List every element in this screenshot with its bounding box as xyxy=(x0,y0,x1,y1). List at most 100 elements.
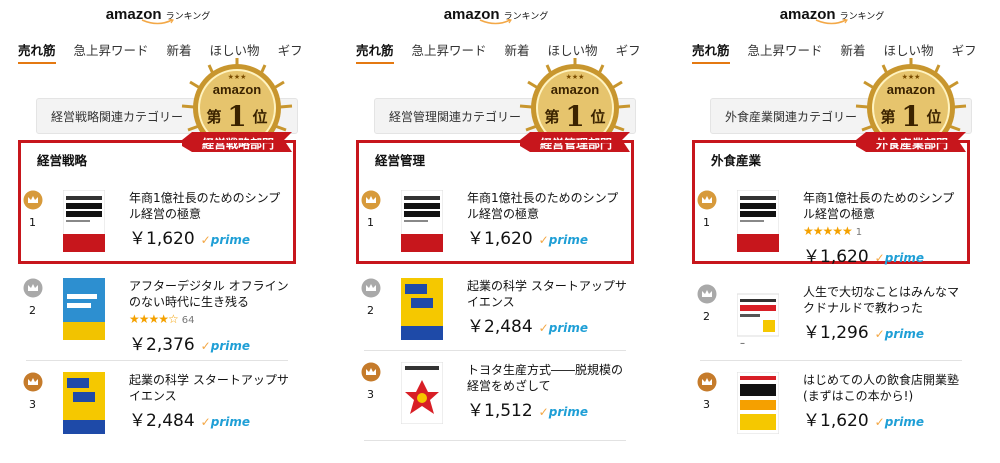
ranking-panel-1: amazon ランキング 売れ筋 急上昇ワード 新着 ほしい物 ギフ 経営戦略関連カテゴリ… xyxy=(18,0,318,463)
prime-badge: ✓prime xyxy=(538,233,588,247)
book-cover-shimple-keiei[interactable] xyxy=(737,190,779,252)
logo-word: amazon xyxy=(443,6,500,23)
book-cover-kigyo-no-kagaku[interactable] xyxy=(63,372,105,434)
rank-number: 1 xyxy=(703,216,710,229)
logo-word: amazon xyxy=(105,6,162,23)
tab-trending[interactable]: 急上昇ワード xyxy=(74,40,149,59)
rank-number: 2 xyxy=(703,310,710,323)
prime-badge: ✓prime xyxy=(874,251,924,265)
tab-bestsellers[interactable]: 売れ筋 xyxy=(18,40,56,64)
logo-word: amazon xyxy=(779,6,836,23)
prime-badge: ✓prime xyxy=(538,405,588,419)
medal-amazon-text: amazon xyxy=(213,82,261,97)
divider xyxy=(364,440,626,441)
book-price: ￥1,620 xyxy=(129,229,195,249)
prime-check-icon: ✓ xyxy=(538,405,549,419)
extra-mark: – xyxy=(740,338,745,349)
book-price: ￥2,484 xyxy=(129,411,195,431)
ranking-panel-2: amazon ランキング 売れ筋 急上昇ワード 新着 ほしい物 ギフ 経営管理関連カテゴリ… xyxy=(356,0,656,463)
crown-bronze-badge-icon xyxy=(697,372,717,392)
book-price: ￥1,620 xyxy=(803,411,869,431)
crown-bronze-badge-icon xyxy=(361,362,381,382)
tab-trending[interactable]: 急上昇ワード xyxy=(412,40,487,59)
star-rating[interactable]: ★★★★☆ 64 xyxy=(129,312,289,328)
book-price: ￥2,484 xyxy=(467,317,533,337)
prime-badge: ✓prime xyxy=(200,339,250,353)
book-price: ￥1,296 xyxy=(803,323,869,343)
book-price: ￥1,620 xyxy=(467,229,533,249)
book-cover-mcdonalds[interactable] xyxy=(737,284,779,346)
divider xyxy=(700,360,962,361)
review-count: 64 xyxy=(181,315,195,326)
prime-badge: ✓prime xyxy=(538,321,588,335)
book-cover-shimple-keiei[interactable] xyxy=(401,190,443,252)
book-cover-kigyo-no-kagaku[interactable] xyxy=(401,278,443,340)
book-price: ￥1,512 xyxy=(467,401,533,421)
medal-dai-text: 第 xyxy=(880,108,895,126)
prime-check-icon: ✓ xyxy=(874,415,885,429)
star-rating[interactable]: ★★★★★ 1 xyxy=(803,224,963,240)
book-title[interactable]: アフターデジタル オフラインのない時代に生き残る xyxy=(129,278,289,310)
prime-check-icon: ✓ xyxy=(874,251,885,265)
book-cover-after-digital[interactable] xyxy=(63,278,105,340)
medal-place-text: 位 xyxy=(926,108,941,126)
prime-badge: ✓prime xyxy=(874,415,924,429)
medal-dai-text: 第 xyxy=(544,108,559,126)
rank-number: 2 xyxy=(29,304,36,317)
crown-gold-badge-icon xyxy=(697,190,717,210)
medal-one-text: 1 xyxy=(227,100,246,133)
crown-bronze-badge-icon xyxy=(23,372,43,392)
prime-check-icon: ✓ xyxy=(200,233,211,247)
medal-place-text: 位 xyxy=(590,108,605,126)
divider xyxy=(364,350,626,351)
rank-number: 1 xyxy=(367,216,374,229)
crown-silver-badge-icon xyxy=(361,278,381,298)
book-title[interactable]: 年商1億社長のためのシンプル経営の極意 xyxy=(803,190,963,222)
svg-text:★★★: ★★★ xyxy=(228,73,247,81)
book-title[interactable]: 起業の科学 スタートアップサイエンス xyxy=(129,372,289,404)
crown-silver-badge-icon xyxy=(23,278,43,298)
prime-check-icon: ✓ xyxy=(538,321,549,335)
book-title[interactable]: トヨタ生産方式――脱規模の経営をめざして xyxy=(467,362,627,394)
amazon-ranking-logo[interactable]: amazon ランキング xyxy=(18,4,298,25)
review-count: 1 xyxy=(855,227,863,238)
book-price: ￥2,376 xyxy=(129,335,195,355)
book-cover-shimple-keiei[interactable] xyxy=(63,190,105,252)
svg-text:★★★: ★★★ xyxy=(566,73,585,81)
prime-check-icon: ✓ xyxy=(200,415,211,429)
rank-number: 1 xyxy=(29,216,36,229)
book-price: ￥1,620 xyxy=(803,247,869,267)
book-cover-toyota-seisan-hoshiki[interactable] xyxy=(401,362,443,424)
medal-one-text: 1 xyxy=(901,100,920,133)
prime-badge: ✓prime xyxy=(200,415,250,429)
crown-gold-badge-icon xyxy=(23,190,43,210)
prime-check-icon: ✓ xyxy=(200,339,211,353)
medal-dai-text: 第 xyxy=(206,108,221,126)
svg-text:★★★: ★★★ xyxy=(902,73,921,81)
medal-place-text: 位 xyxy=(252,108,267,126)
medal-amazon-text: amazon xyxy=(887,82,935,97)
book-title[interactable]: はじめての人の飲食店開業塾 (まずはこの本から!) xyxy=(803,372,963,404)
book-title[interactable]: 人生で大切なことはみんなマクドナルドで教わった xyxy=(803,284,963,316)
rank-number: 3 xyxy=(367,388,374,401)
rank-number: 3 xyxy=(29,398,36,411)
medal-one-text: 1 xyxy=(565,100,584,133)
medal-amazon-text: amazon xyxy=(551,82,599,97)
prime-badge: ✓prime xyxy=(874,327,924,341)
tab-bestsellers[interactable]: 売れ筋 xyxy=(356,40,394,64)
prime-check-icon: ✓ xyxy=(538,233,549,247)
book-title[interactable]: 年商1億社長のためのシンプル経営の極意 xyxy=(129,190,289,222)
rank-number: 3 xyxy=(703,398,710,411)
book-cover-inshokuten-kaigyo[interactable] xyxy=(737,372,779,434)
amazon-ranking-logo[interactable]: amazon ランキング xyxy=(356,4,636,25)
book-title[interactable]: 起業の科学 スタートアップサイエンス xyxy=(467,278,627,310)
divider xyxy=(26,360,288,361)
amazon-ranking-logo[interactable]: amazon ランキング xyxy=(692,4,972,25)
tab-trending[interactable]: 急上昇ワード xyxy=(748,40,823,59)
crown-silver-badge-icon xyxy=(697,284,717,304)
crown-gold-badge-icon xyxy=(361,190,381,210)
rank-number: 2 xyxy=(367,304,374,317)
tab-bestsellers[interactable]: 売れ筋 xyxy=(692,40,730,64)
prime-check-icon: ✓ xyxy=(874,327,885,341)
book-title[interactable]: 年商1億社長のためのシンプル経営の極意 xyxy=(467,190,627,222)
